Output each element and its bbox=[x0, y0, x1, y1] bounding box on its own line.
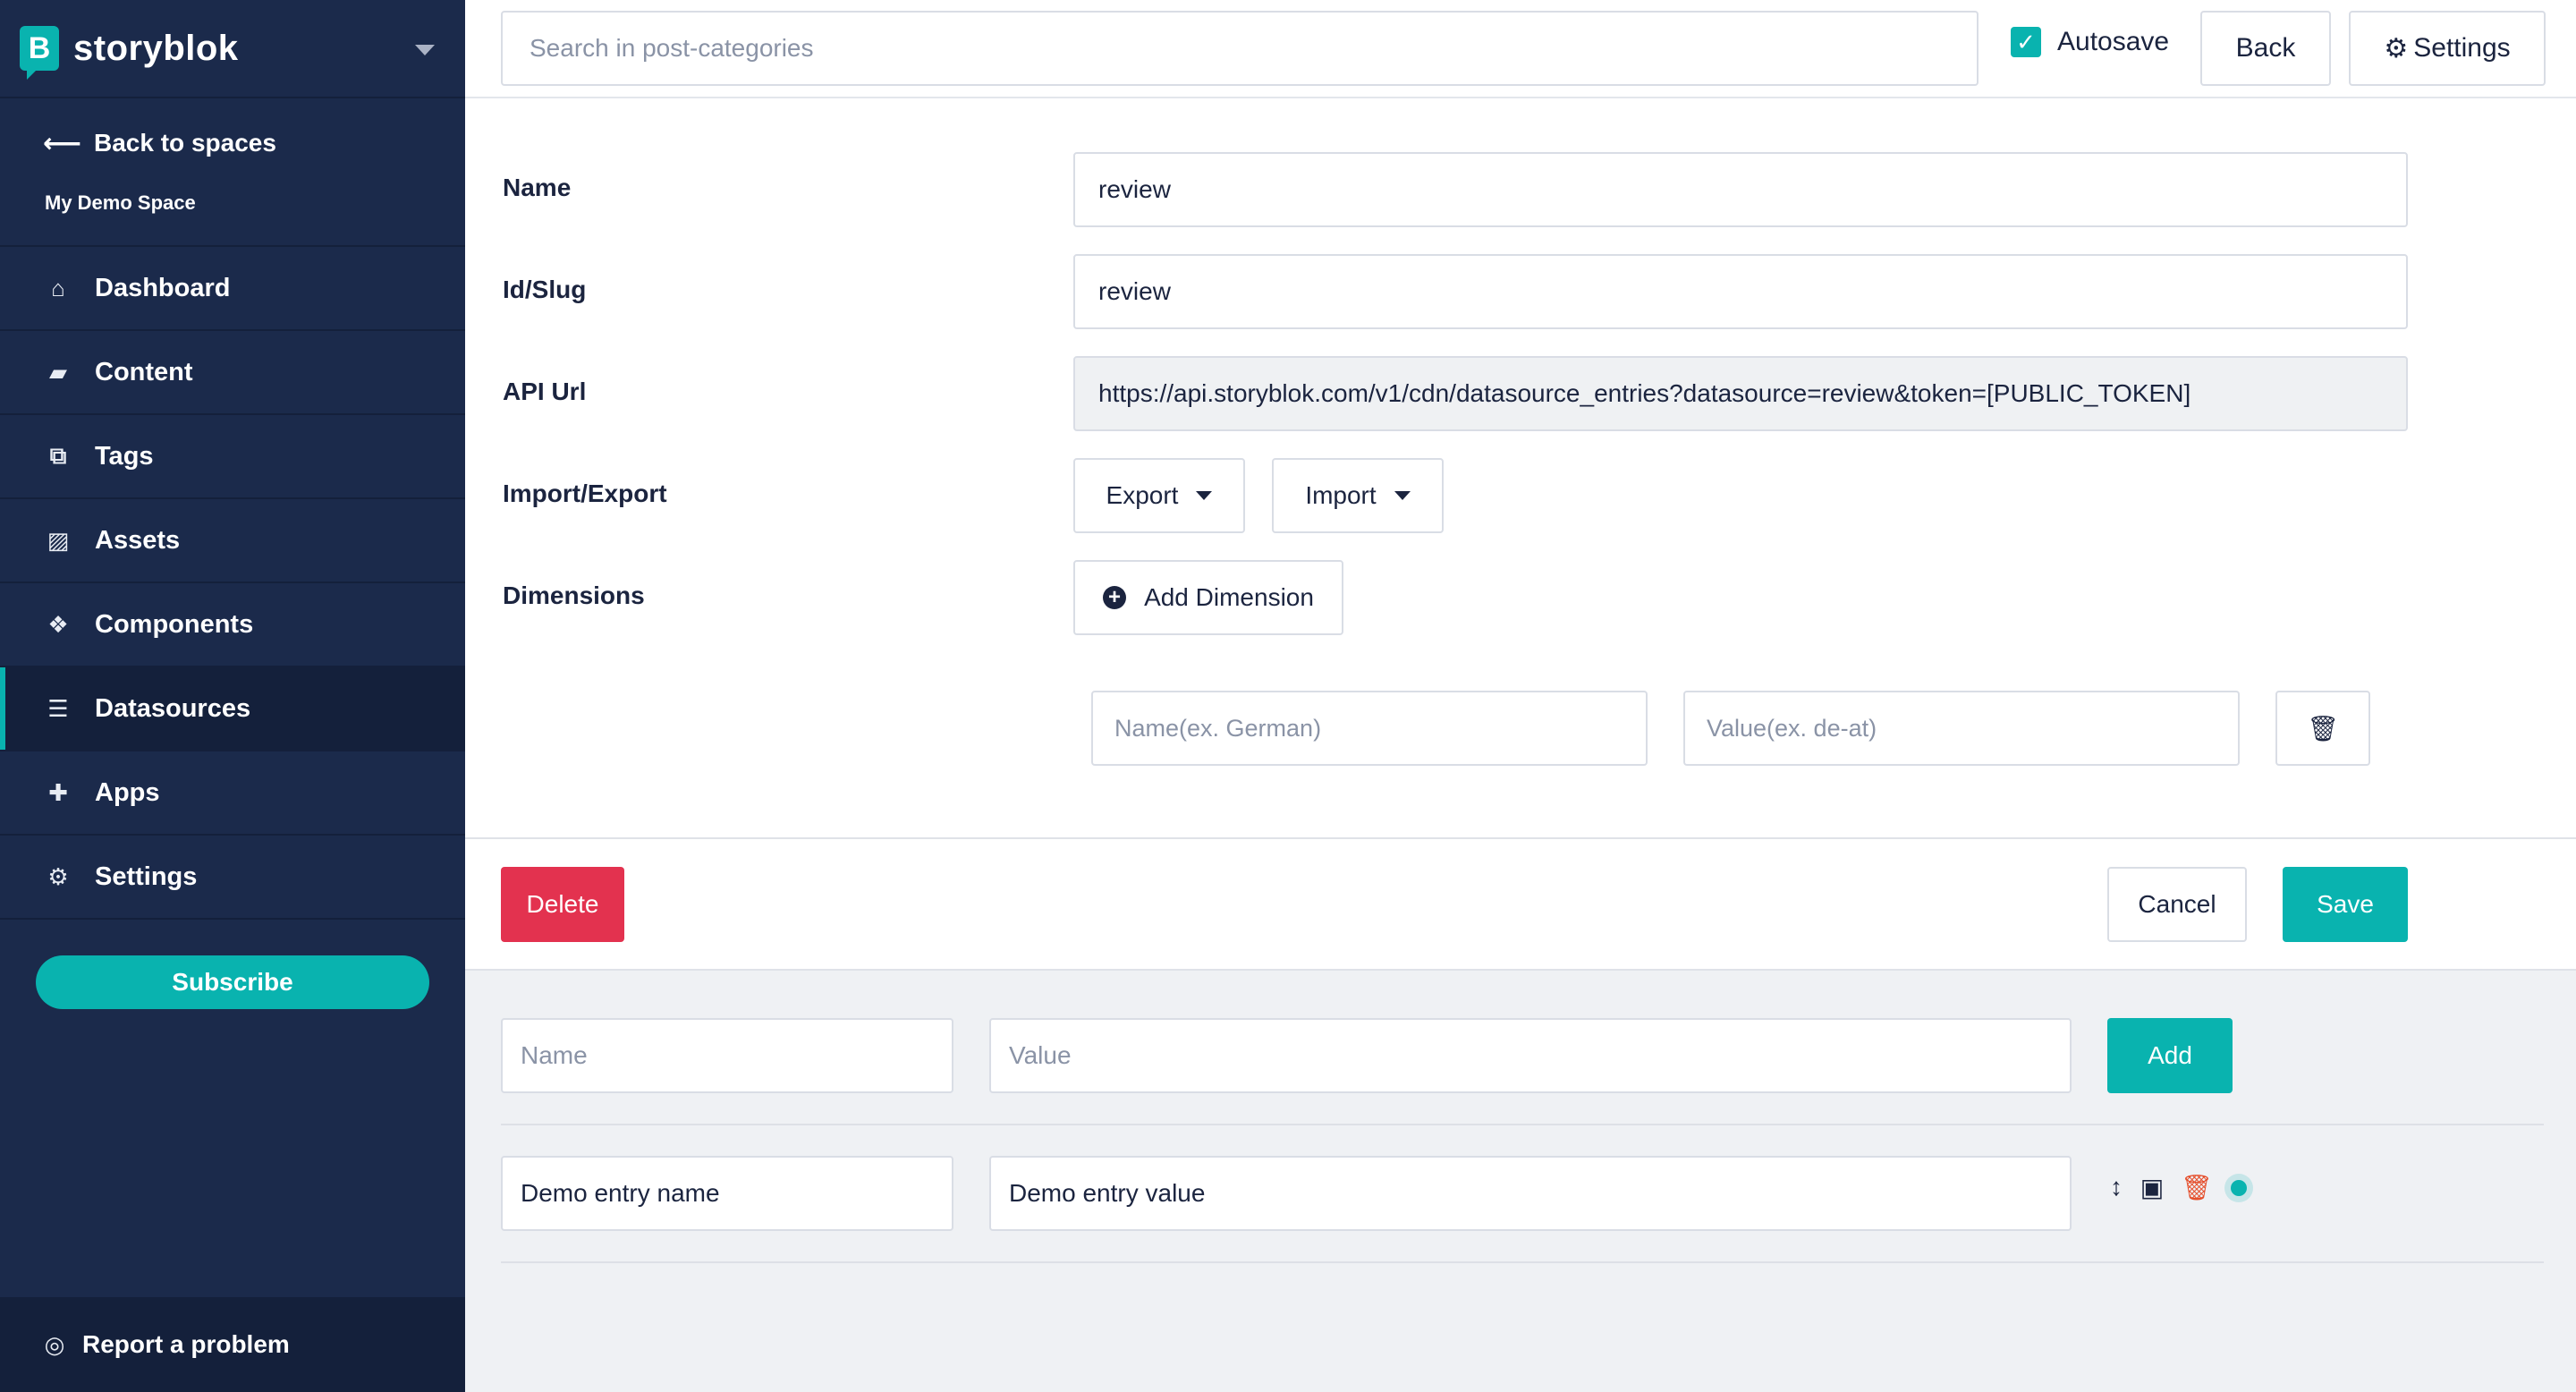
database-icon: ☰ bbox=[47, 694, 69, 722]
arrow-left-icon: ⟵ bbox=[43, 128, 82, 158]
slug-label: Id/Slug bbox=[503, 276, 587, 303]
import-label: Import bbox=[1305, 481, 1377, 509]
brand-name: storyblok bbox=[73, 28, 239, 68]
plus-circle-icon: + bbox=[1103, 586, 1127, 609]
slug-field[interactable]: review bbox=[1073, 254, 2408, 329]
sidebar-item-label: Components bbox=[95, 609, 254, 639]
gear-icon: ⚙ bbox=[47, 862, 69, 890]
sidebar-item-apps[interactable]: ✚ Apps bbox=[0, 751, 465, 836]
drag-handle-icon[interactable]: ↕ bbox=[2102, 1173, 2131, 1201]
sidebar-item-label: Datasources bbox=[95, 693, 251, 723]
entries-divider bbox=[501, 1124, 2544, 1125]
export-dropdown[interactable]: Export bbox=[1073, 458, 1245, 533]
settings-button[interactable]: ⚙ Settings bbox=[2349, 11, 2546, 86]
new-entry-name-input[interactable] bbox=[501, 1018, 953, 1093]
sidebar-item-dashboard[interactable]: ⌂ Dashboard bbox=[0, 247, 465, 331]
sidebar: B storyblok ⟵ Back to spaces My Demo Spa… bbox=[0, 0, 465, 1392]
api-url-label: API Url bbox=[503, 378, 587, 405]
caret-down-icon[interactable] bbox=[415, 45, 435, 55]
back-to-spaces-link[interactable]: ⟵ Back to spaces bbox=[0, 98, 465, 188]
trash-icon[interactable]: 🗑 bbox=[2181, 1173, 2213, 1202]
add-entry-button[interactable]: Add bbox=[2107, 1018, 2233, 1093]
report-problem-label: Report a problem bbox=[82, 1330, 290, 1358]
back-to-spaces-label: Back to spaces bbox=[94, 129, 276, 157]
sidebar-item-label: Apps bbox=[95, 777, 160, 807]
sidebar-item-tags[interactable]: ⧉ Tags bbox=[0, 415, 465, 499]
sidebar-item-datasources[interactable]: ☰ Datasources bbox=[0, 667, 465, 751]
dimensions-label: Dimensions bbox=[503, 581, 645, 609]
caret-down-icon bbox=[1196, 491, 1213, 500]
dimension-value-input[interactable] bbox=[1683, 691, 2240, 766]
delete-dimension-button[interactable]: 🗑 bbox=[2275, 691, 2370, 766]
sidebar-item-label: Assets bbox=[95, 525, 181, 555]
save-icon[interactable]: ▣ bbox=[2138, 1173, 2166, 1202]
name-label: Name bbox=[503, 174, 572, 201]
save-button[interactable]: Save bbox=[2283, 867, 2408, 942]
datasource-entries: Add ↕ ▣ 🗑 bbox=[465, 972, 2576, 1392]
add-dimension-label: Add Dimension bbox=[1144, 583, 1314, 611]
status-dot-icon bbox=[2231, 1180, 2247, 1196]
checkbox-checked-icon[interactable]: ✓ bbox=[2011, 27, 2041, 57]
image-icon: ▨ bbox=[47, 526, 70, 554]
search-input[interactable] bbox=[501, 11, 1979, 86]
sidebar-item-label: Content bbox=[95, 357, 193, 386]
sidebar-item-content[interactable]: ▰ Content bbox=[0, 331, 465, 415]
folder-icon: ▰ bbox=[49, 358, 67, 386]
autosave-label: Autosave bbox=[2057, 27, 2170, 56]
trash-icon: 🗑 bbox=[2307, 714, 2339, 743]
sidebar-item-label: Settings bbox=[95, 862, 198, 891]
tags-icon: ⧉ bbox=[49, 442, 67, 469]
home-icon: ⌂ bbox=[51, 274, 65, 301]
settings-button-label: Settings bbox=[2413, 33, 2511, 63]
export-label: Export bbox=[1106, 481, 1179, 509]
puzzle-icon: ✚ bbox=[48, 778, 68, 806]
sidebar-item-label: Tags bbox=[95, 441, 154, 471]
space-name: My Demo Space bbox=[0, 188, 465, 247]
entries-divider bbox=[501, 1261, 2544, 1263]
report-problem-link[interactable]: ◎ Report a problem bbox=[0, 1297, 465, 1392]
brand-switcher[interactable]: B storyblok bbox=[0, 0, 465, 98]
add-dimension-button[interactable]: + Add Dimension bbox=[1073, 560, 1343, 635]
sidebar-item-assets[interactable]: ▨ Assets bbox=[0, 499, 465, 583]
autosave-toggle[interactable]: ✓ Autosave bbox=[2011, 27, 2169, 57]
entry-name-input[interactable] bbox=[501, 1156, 953, 1231]
dimension-name-input[interactable] bbox=[1091, 691, 1648, 766]
entry-value-input[interactable] bbox=[989, 1156, 2072, 1231]
subscribe-button[interactable]: Subscribe bbox=[36, 955, 429, 1009]
delete-button[interactable]: Delete bbox=[501, 867, 624, 942]
back-button[interactable]: Back bbox=[2200, 11, 2331, 86]
caret-down-icon bbox=[1394, 491, 1411, 500]
import-dropdown[interactable]: Import bbox=[1272, 458, 1444, 533]
sidebar-item-settings[interactable]: ⚙ Settings bbox=[0, 836, 465, 920]
sidebar-nav: ⌂ Dashboard ▰ Content ⧉ Tags ▨ Assets ❖ … bbox=[0, 247, 465, 920]
gear-icon: ⚙ bbox=[2384, 33, 2409, 64]
app-root: B storyblok ⟵ Back to spaces My Demo Spa… bbox=[0, 0, 2576, 1392]
sidebar-item-label: Dashboard bbox=[95, 273, 231, 302]
storyblok-logo-icon: B bbox=[20, 26, 59, 80]
cubes-icon: ❖ bbox=[47, 610, 69, 638]
top-bar: ✓ Autosave Back ⚙ Settings bbox=[465, 0, 2576, 98]
name-field[interactable]: review bbox=[1073, 152, 2408, 227]
datasource-form: Name review Id/Slug review API Url https… bbox=[465, 98, 2576, 971]
api-url-field: https://api.storyblok.com/v1/cdn/datasou… bbox=[1073, 356, 2408, 431]
import-export-label: Import/Export bbox=[503, 480, 667, 507]
form-divider bbox=[465, 837, 2576, 839]
sidebar-item-components[interactable]: ❖ Components bbox=[0, 583, 465, 667]
cancel-button[interactable]: Cancel bbox=[2107, 867, 2247, 942]
new-entry-value-input[interactable] bbox=[989, 1018, 2072, 1093]
lifebuoy-icon: ◎ bbox=[44, 1330, 65, 1358]
